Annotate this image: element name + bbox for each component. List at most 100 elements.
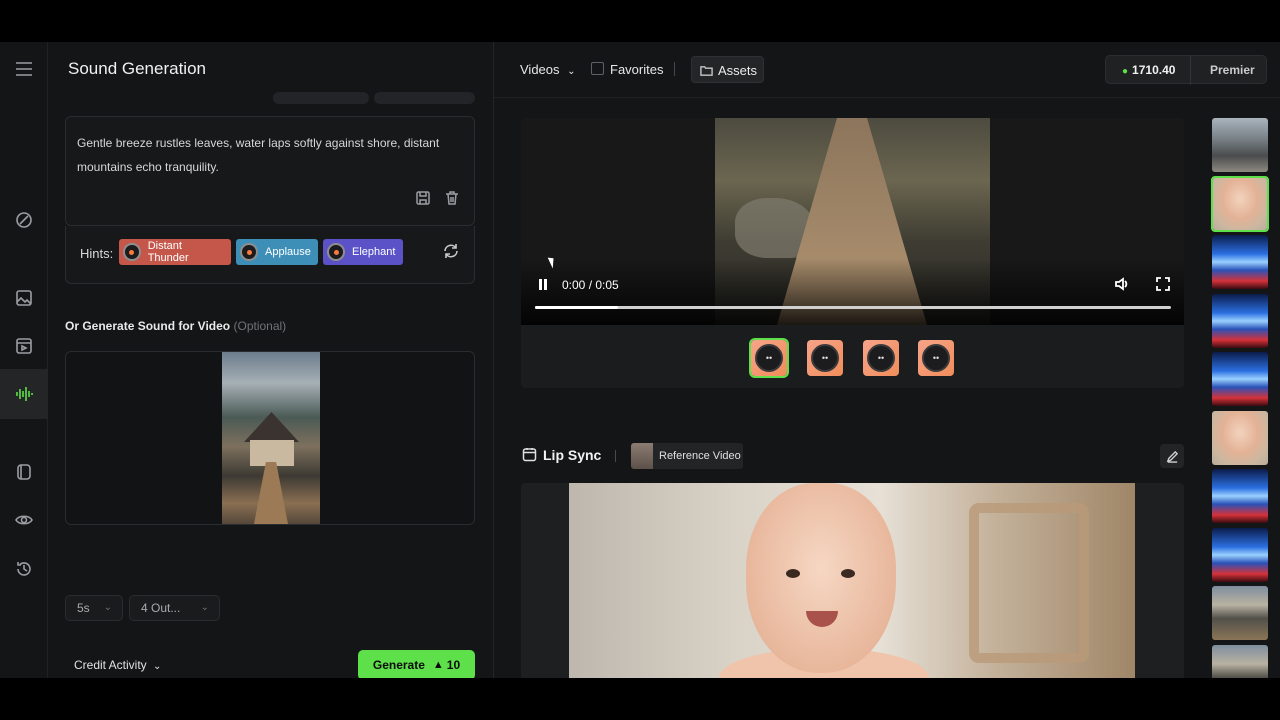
duration-value: 5s: [77, 601, 90, 615]
magic-icon[interactable]: [12, 208, 36, 232]
panel-title: Sound Generation: [68, 59, 206, 78]
hint-label: Distant Thunder: [147, 240, 189, 264]
divider: [1190, 56, 1191, 85]
sound-disc-icon: [123, 243, 141, 261]
sound-wave-icon: ••: [867, 344, 895, 372]
template-icon[interactable]: [12, 460, 36, 484]
baby-face: [746, 483, 896, 673]
pause-icon[interactable]: [537, 278, 549, 292]
history-thumbnail[interactable]: [1211, 175, 1269, 232]
history-thumbnail[interactable]: [1212, 527, 1268, 582]
sound-disc-icon: [327, 243, 345, 261]
pencil-icon: [1166, 450, 1178, 463]
folder-icon: [700, 66, 713, 76]
hint-chip-elephant[interactable]: Elephant: [323, 239, 403, 265]
lip-sync-video[interactable]: [521, 483, 1184, 678]
history-thumbnail[interactable]: [1212, 118, 1268, 172]
lip-sync-icon: [522, 448, 537, 462]
fullscreen-icon[interactable]: [1155, 276, 1171, 292]
image-icon[interactable]: [12, 286, 36, 310]
credits-balance: 1710.40: [1122, 63, 1175, 77]
sound-wave-icon[interactable]: [12, 382, 36, 406]
hint-label: Elephant: [352, 246, 396, 258]
menu-icon[interactable]: [12, 57, 36, 81]
save-icon[interactable]: [414, 189, 432, 207]
sound-result-2[interactable]: ••: [807, 340, 843, 376]
credit-activity-label: Credit Activity: [74, 658, 147, 672]
top-bar: Videos ⌄ Favorites Assets 1710.40 Premie…: [494, 42, 1280, 98]
video-frame[interactable]: 0:00 / 0:05: [521, 118, 1184, 325]
sound-result-1[interactable]: ••: [749, 338, 789, 378]
credit-activity-button[interactable]: Credit Activity ⌄: [74, 658, 161, 672]
videos-label: Videos: [520, 62, 560, 77]
baby-mouth: [806, 611, 838, 627]
sound-wave-icon: ••: [755, 344, 783, 372]
history-thumbnail[interactable]: [1212, 293, 1268, 348]
hint-chip-distant-thunder[interactable]: Distant Thunder: [119, 239, 231, 265]
hints-label: Hints:: [80, 246, 114, 261]
video-icon[interactable]: [12, 334, 36, 358]
video-section-label: Or Generate Sound for Video: [65, 319, 231, 333]
chevron-down-icon: ⌄: [200, 602, 209, 613]
house-path: [254, 462, 288, 524]
video-section-title: Or Generate Sound for Video (Optional): [65, 319, 286, 333]
sound-wave-icon: ••: [811, 344, 839, 372]
chevron-down-icon: ⌄: [153, 661, 162, 672]
outputs-value: 4 Out...: [141, 601, 181, 615]
controls-gradient: [521, 258, 1184, 325]
prompt-text[interactable]: Gentle breeze rustles leaves, water laps…: [77, 131, 457, 179]
trash-icon[interactable]: [443, 189, 461, 207]
generate-label: Generate: [372, 658, 425, 672]
chevron-down-icon: ⌄: [567, 66, 576, 77]
video-upload-area[interactable]: [65, 351, 475, 525]
sound-wave-icon: ••: [922, 344, 950, 372]
ghost-control: [273, 92, 369, 104]
volume-icon[interactable]: [1114, 276, 1130, 292]
lip-sync-title: Lip Sync: [543, 447, 602, 463]
generate-button[interactable]: Generate ▲ 10: [358, 650, 475, 678]
history-thumbnail[interactable]: [1212, 410, 1268, 465]
assets-button[interactable]: Assets: [691, 56, 764, 83]
credits-pill[interactable]: 1710.40 Premier: [1105, 55, 1267, 85]
sound-results: •• •• •• ••: [521, 325, 1184, 388]
edit-button[interactable]: [1160, 444, 1184, 468]
left-rail: [0, 42, 48, 678]
progress-bar[interactable]: [535, 306, 1171, 309]
app-window: Sound Generation Gentle breeze rustles l…: [0, 42, 1280, 678]
sound-disc-icon: [240, 243, 258, 261]
progress-fill: [535, 306, 618, 309]
history-thumbnail[interactable]: [1212, 586, 1268, 640]
reference-video-label: Reference Video: [659, 450, 741, 462]
sound-result-4[interactable]: ••: [918, 340, 954, 376]
plan-tier[interactable]: Premier: [1210, 63, 1255, 77]
divider: [674, 62, 675, 76]
history-thumbnail[interactable]: [1212, 469, 1268, 523]
history-thumbnail[interactable]: [1212, 644, 1268, 678]
sound-result-3[interactable]: ••: [863, 340, 899, 376]
history-thumbnails: [1211, 118, 1269, 678]
refresh-icon[interactable]: [442, 242, 460, 260]
reference-thumbnail: [631, 443, 653, 469]
baby-eye: [841, 569, 855, 578]
baby-eye: [786, 569, 800, 578]
optional-label: (Optional): [233, 319, 287, 333]
sound-generation-panel: Sound Generation Gentle breeze rustles l…: [48, 42, 494, 678]
house-roof: [244, 412, 299, 442]
duration-select[interactable]: 5s ⌄: [65, 595, 123, 621]
ghost-control: [374, 92, 475, 104]
favorites-checkbox[interactable]: [591, 62, 604, 75]
uploaded-video-thumbnail: [222, 352, 320, 524]
reference-video-button[interactable]: Reference Video: [631, 443, 743, 469]
hint-chip-applause[interactable]: Applause: [236, 239, 318, 265]
history-thumbnail[interactable]: [1212, 235, 1268, 289]
history-thumbnail[interactable]: [1212, 352, 1268, 406]
divider: [615, 450, 616, 462]
history-icon[interactable]: [12, 557, 36, 581]
outputs-select[interactable]: 4 Out... ⌄: [129, 595, 220, 621]
videos-dropdown[interactable]: Videos ⌄: [520, 62, 576, 77]
eye-icon[interactable]: [12, 508, 36, 532]
chevron-down-icon: ⌄: [103, 602, 112, 613]
prompt-textarea[interactable]: Gentle breeze rustles leaves, water laps…: [65, 116, 475, 226]
favorites-label[interactable]: Favorites: [610, 62, 663, 77]
lip-sync-header: Lip Sync Reference Video: [521, 440, 1184, 472]
